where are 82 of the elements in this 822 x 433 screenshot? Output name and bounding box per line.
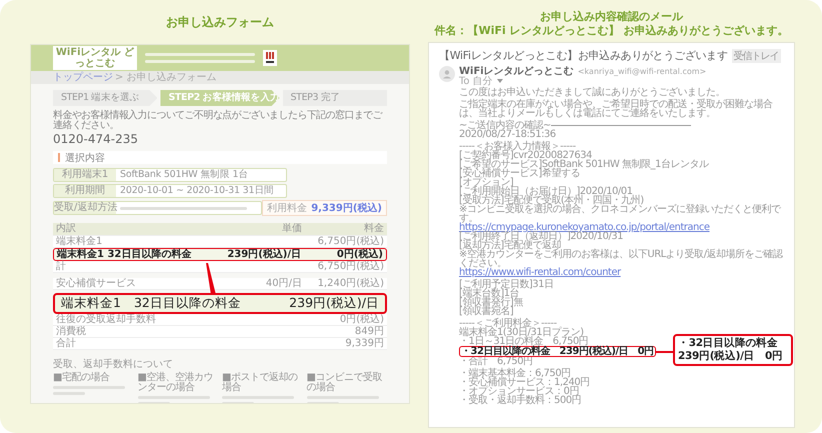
table-cell-text: 6,750円(税込) [316,261,385,272]
section-heading: 件名：【WiFi レンタルどっとこむ】 お申込みありがとうございます。 [434,24,788,38]
sender-name: WiFiレンタルどっとこむ [459,65,574,77]
caret-icon[interactable] [496,79,503,83]
breadcrumb-link[interactable]: トップページ [53,72,113,84]
table-cell-text: 端末料金1 32日目以降の料金 [56,249,192,260]
email-text-line: 2020/08/27-18:51:36 [459,130,556,139]
sender-address: <kanriya_wifi@wifi-rental.com> [578,66,706,76]
notes-heading: ■空港、空港カウンターの場合 [138,373,214,393]
email-text-line: [領収書発行]無 [459,298,523,307]
column-header: 料金 [363,223,385,235]
email-text-line: ※空港カウンターをご利用のお客様は、以下URLより受取/返却場所をご確認ください。 [459,250,784,268]
column-header: 内訳 [55,223,77,235]
breadcrumb-text: > お申し込みフォーム [115,72,217,84]
site-logo: WiFiレンタル どっとこむ [53,46,137,70]
email-text-line: ・安心補償サービス：1,240円 [459,378,590,387]
email-text-line: [返却方法]宅配便で返却 [459,241,561,250]
email-text-line: [受取方法]宅配便で受取(本州・四国・九州) [459,196,644,205]
table-cell-text: 849円 [354,326,385,337]
detail-value: SoftBank 501HW 無制限 1台 [119,169,248,181]
table-cell-text: 計 [55,261,67,272]
email-text-line: ・受取・返却手数料：500円 [459,396,582,405]
email-text-line: [領収書宛名] [459,307,514,316]
step-tab[interactable]: STEP3 完了 [282,90,387,106]
email-text-line: [ご利用開始日（お届け日）]2020/10/01 [459,187,632,196]
logo-mark-icon [263,50,277,66]
callout-box: ・32日目以降の料金 239円(税込)/日 0円 [673,334,793,366]
email-text-line: [端末台数]1台 [459,289,520,298]
email-text-line: [オプション] [459,178,514,187]
highlighted-email-line: ・32日目以降の料金 239円(税込)/日 0円 [459,346,656,357]
section-heading: お申し込み内容確認のメール [540,10,683,24]
table-cell-text: 6,750円(税込) [316,236,385,247]
email-text-line: ~ご送信内容の確認~ [459,121,551,130]
email-text-line: [安心補償サービス]希望する [459,169,580,178]
table-cell-text: 9,339円 [344,338,385,349]
detail-label: 受取/返却方法 [54,202,116,214]
table-cell-text: 0円(税込) [336,249,384,260]
total-value: 9,339円(税込) [311,202,382,215]
table-cell-text: 往復の受取返却手数料 [55,314,157,325]
table-cell-text: 合計 [55,338,77,349]
callout-price: 239円(税込)/日 [289,295,379,312]
recipient-text: To 自分 [459,75,493,87]
table-cell-text: 端末料金1 [55,236,104,247]
notes-heading: ■宅配の場合 [53,373,110,383]
table-cell-text: 安心補償サービス [55,278,137,289]
email-text-line: ・1日～31日の料金 6,750円 [459,337,588,346]
email-text-line: [ご利用予定日数]31日 [459,280,554,289]
email-text-line: [ご契約番号]cvr20200827634 [459,151,592,160]
email-link[interactable]: https://cmypage.kuronekoyamato.co.jp/portal/entrance [459,223,710,232]
email-link[interactable]: https://www.wifi-rental.com/counter [459,268,621,277]
email-text-line: 端末料金1(30日/31日プラン) [459,328,584,337]
callout-text: 端末料金1 32日目以降の料金 [61,295,241,312]
email-text-line: -----＜ご利用料金＞----- [459,319,557,328]
notes-heading: ■ポストで返却の場合 [222,373,298,393]
email-text-line: ※コンビニ受取を選択の場合、クロネコメンバーズに登録いただくと便利です。 [459,205,782,223]
total-label: 利用料金 [267,202,308,215]
section-title: 選択内容 [65,152,105,164]
column-header: 単価 [281,223,302,235]
table-cell-text: 0円(税込) [338,314,385,325]
email-text-line: [ご希望のサービス]SoftBank 501HW 無制限_1台レンタル [459,160,708,169]
table-cell-text: 1,240円(税込) [316,278,385,289]
section-heading: お申し込みフォーム [166,14,274,30]
contact-note: 料金やお客様情報入力についてご不明な点がございましたら下記の窓口までご連絡ください。 [53,111,384,131]
email-subject: 【WiFiレンタルどっとこむ】お申込みありがとうございます [439,48,728,63]
detail-value: 2020-10-01 ~ 2020-10-31 31日間 [119,185,274,197]
avatar-icon [439,66,455,82]
phone-number: 0120-474-235 [53,132,140,146]
email-text-line: ・端末基本料金：6,750円 [459,369,571,378]
table-cell-text: 消費税 [55,326,87,337]
email-text-line: この度はお申込いただきまして誠にありがとうございました。 [459,88,725,97]
notes-heading: ■コンビニで受取の場合 [306,373,383,393]
email-text-line: ご指定端末の在庫がない場合や、ご希望日時での配送・受取が困難な場合は、当社よりメールもしくは電話にてご連絡をいたします。 [459,100,774,118]
email-text-line: ・オプションサービス：0円 [459,387,579,396]
notes-title: 受取、返却手数料について [53,358,174,371]
email-text-line: -----＜お客様入力情報＞----- [459,142,576,151]
detail-label: 利用端末1 [54,169,116,181]
table-cell-text: 40円/日 [264,278,302,289]
detail-label: 利用期間 [54,185,116,197]
table-cell-text: 239円(税込)/日 [226,249,301,260]
step-tab[interactable]: STEP1 端末を選ぶ [53,90,158,106]
email-text-line: [ご利用終了日（返却日）]2020/10/31 [459,232,623,241]
inbox-label[interactable]: 受信トレイ [732,48,781,62]
